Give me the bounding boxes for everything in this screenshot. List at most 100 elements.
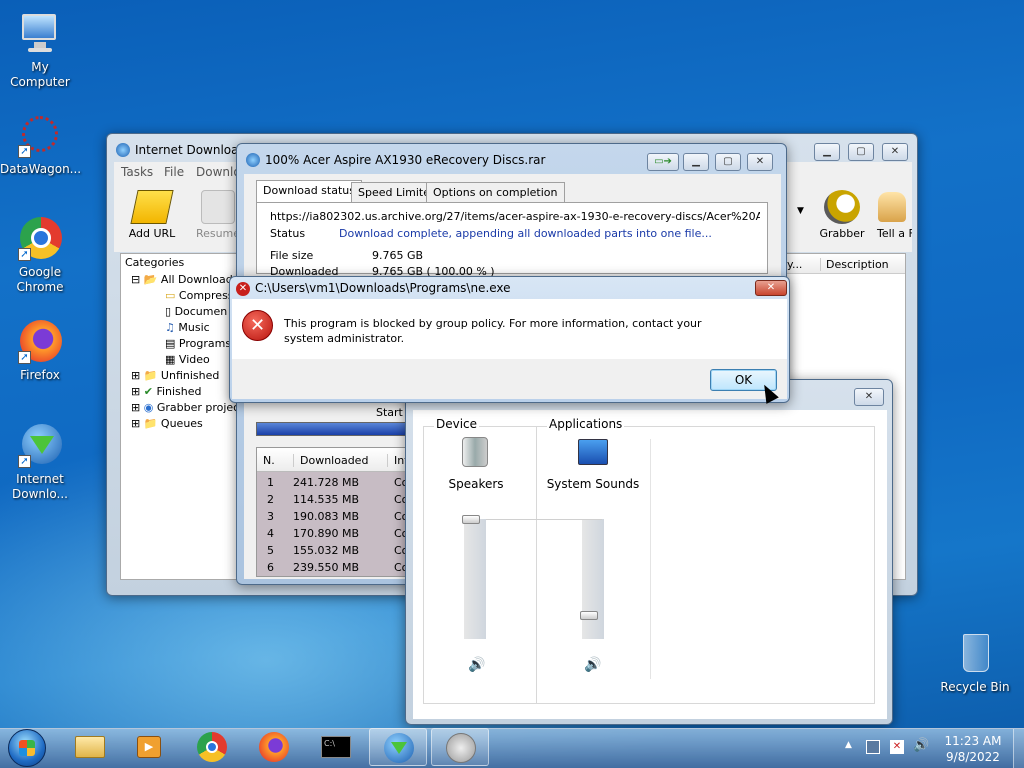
status-panel: https://ia802302.us.archive.org/27/items… xyxy=(256,202,768,278)
error-title-icon: ✕ xyxy=(236,282,250,296)
tree-all-downloads[interactable]: ⊟ 📂 All Downloads xyxy=(131,272,238,288)
speakers-volume-slider[interactable] xyxy=(462,515,480,524)
table-row[interactable]: 2 114.535 MB Co xyxy=(257,491,415,508)
taskbar-firefox[interactable] xyxy=(245,728,303,766)
tree-music[interactable]: ♫ Music xyxy=(165,320,210,336)
add-url-button[interactable]: Add URL xyxy=(122,186,182,246)
tree-grabber-projects[interactable]: ⊞ ◉ Grabber project xyxy=(131,400,244,416)
tab-options-on-completion[interactable]: Options on completion xyxy=(426,182,565,202)
close-button[interactable]: ✕ xyxy=(882,143,908,161)
error-dialog-footer xyxy=(232,359,787,399)
network-icon[interactable] xyxy=(866,740,880,754)
taskbar-media-player[interactable]: ▶ xyxy=(121,728,179,766)
video-icon: ▦ xyxy=(165,353,176,366)
system-sounds-icon[interactable] xyxy=(578,439,608,465)
desktop-icon-label: DataWagon... xyxy=(0,162,82,176)
taskbar-explorer[interactable] xyxy=(61,728,119,766)
file-size-value: 9.765 GB xyxy=(372,249,424,262)
clock[interactable]: 11:23 AM 9/8/2022 xyxy=(940,733,1006,765)
toolbar-dropdown-arrow-icon[interactable]: ▼ xyxy=(797,206,804,216)
error-dialog-body: ✕ This program is blocked by group polic… xyxy=(232,299,787,359)
maximize-button[interactable]: ▢ xyxy=(715,153,741,171)
table-row[interactable]: 3 190.083 MB Co xyxy=(257,508,415,525)
speaker-mute-icon[interactable]: 🔊 xyxy=(468,657,485,673)
desktop-icon-label: Google Chrome xyxy=(16,265,64,294)
mixer-panel: Device Applications Speakers System Soun… xyxy=(423,417,875,704)
system-sounds-mute-icon[interactable]: 🔊 xyxy=(584,657,601,673)
tab-download-status[interactable]: Download status xyxy=(256,180,362,202)
folder-icon: ▭ xyxy=(165,289,176,302)
error-dialog: ✕ C:\Users\vm1\Downloads\Programs\ne.exe… xyxy=(229,276,790,403)
minimize-button[interactable]: ▁ xyxy=(683,153,709,171)
taskbar-chrome[interactable] xyxy=(183,728,241,766)
idm-app-icon xyxy=(116,143,130,157)
column-header-description[interactable]: Description xyxy=(820,258,889,271)
speakers-icon[interactable] xyxy=(462,437,488,467)
computer-icon xyxy=(16,10,64,58)
desktop-icon-my-computer[interactable]: My Computer xyxy=(0,10,80,90)
chrome-icon: ➚ xyxy=(16,215,64,263)
system-sounds-volume-slider[interactable] xyxy=(580,611,598,620)
device-group-label: Device xyxy=(434,417,480,431)
error-icon: ✕ xyxy=(242,310,273,341)
table-row[interactable]: 1 241.728 MB Co xyxy=(257,474,415,491)
connections-header: N. Downloaded Inf xyxy=(257,448,415,472)
file-size-label: File size xyxy=(270,249,314,262)
shortcut-arrow-icon: ➚ xyxy=(18,351,31,364)
tree-finished[interactable]: ⊞ ✔ Finished xyxy=(131,384,202,400)
tree-programs[interactable]: ▤ Programs xyxy=(165,336,231,352)
desktop-icon-datawagon[interactable]: ➚ DataWagon... xyxy=(0,112,82,177)
close-button[interactable]: ✕ xyxy=(854,388,884,406)
folder-icon xyxy=(75,736,105,758)
action-center-icon[interactable]: ✕ xyxy=(890,740,904,754)
group-divider xyxy=(536,427,537,703)
tell-a-friend-button[interactable]: Tell a Fri xyxy=(872,186,912,246)
start-button[interactable] xyxy=(8,729,46,767)
close-button[interactable]: ✕ xyxy=(747,153,773,171)
maximize-button[interactable]: ▢ xyxy=(848,143,874,161)
taskbar-command-prompt[interactable]: C:\ xyxy=(307,728,365,766)
volume-icon[interactable]: 🔊 xyxy=(913,738,929,753)
connections-table: N. Downloaded Inf 1 241.728 MB Co 2 114.535… xyxy=(256,447,416,577)
show-hidden-icons-button[interactable]: ▲ xyxy=(845,740,852,750)
show-details-button[interactable]: ▭➔ xyxy=(647,153,679,171)
desktop-icon-chrome[interactable]: ➚ Google Chrome xyxy=(0,215,80,295)
music-icon: ♫ xyxy=(165,321,175,334)
error-message: This program is blocked by group policy.… xyxy=(284,317,702,345)
menu-downloads[interactable]: Downlo xyxy=(196,165,241,179)
desktop-icon-idm[interactable]: ➚ Internet Downlo... xyxy=(0,422,80,502)
windows-logo-icon xyxy=(19,740,35,756)
progress-bar xyxy=(256,422,416,436)
close-button[interactable]: ✕ xyxy=(755,280,787,296)
tree-documents[interactable]: ▯ Documen xyxy=(165,304,227,320)
grabber-button[interactable]: Grabber xyxy=(812,186,872,246)
tree-video[interactable]: ▦ Video xyxy=(165,352,210,368)
recycle-bin-icon xyxy=(951,630,999,678)
table-row[interactable]: 6 239.550 MB Co xyxy=(257,559,415,576)
table-row[interactable]: 4 170.890 MB Co xyxy=(257,525,415,542)
idm-globe-icon xyxy=(384,733,414,763)
add-url-icon xyxy=(130,190,174,224)
minimize-button[interactable]: ▁ xyxy=(814,143,840,161)
tree-unfinished[interactable]: ⊞ 📁 Unfinished xyxy=(131,368,219,384)
desktop-icon-firefox[interactable]: ➚ Firefox xyxy=(0,318,80,383)
desktop-icon-label: Firefox xyxy=(20,368,60,382)
menu-tasks[interactable]: Tasks xyxy=(121,165,153,179)
column-header-partial[interactable]: y... xyxy=(787,258,802,271)
clock-time: 11:23 AM xyxy=(944,734,1002,748)
folder-icon: 📁 xyxy=(143,369,158,382)
tree-compressed[interactable]: ▭ Compress xyxy=(165,288,234,304)
show-desktop-button[interactable] xyxy=(1013,729,1024,768)
desktop-icon-recycle-bin[interactable]: Recycle Bin xyxy=(935,630,1015,695)
taskbar-volume-mixer[interactable] xyxy=(431,728,489,766)
menu-file[interactable]: File xyxy=(164,165,184,179)
taskbar-idm[interactable] xyxy=(369,728,427,766)
folder-icon: 📁 xyxy=(143,417,158,430)
tree-queues[interactable]: ⊞ 📁 Queues xyxy=(131,416,203,432)
status-value: Download complete, appending all downloa… xyxy=(339,227,712,240)
col-downloaded[interactable]: Downloaded xyxy=(293,454,368,467)
col-number[interactable]: N. xyxy=(263,454,275,467)
resume-icon xyxy=(201,190,235,224)
idm-globe-icon: ➚ xyxy=(16,422,64,470)
table-row[interactable]: 5 155.032 MB Co xyxy=(257,542,415,559)
